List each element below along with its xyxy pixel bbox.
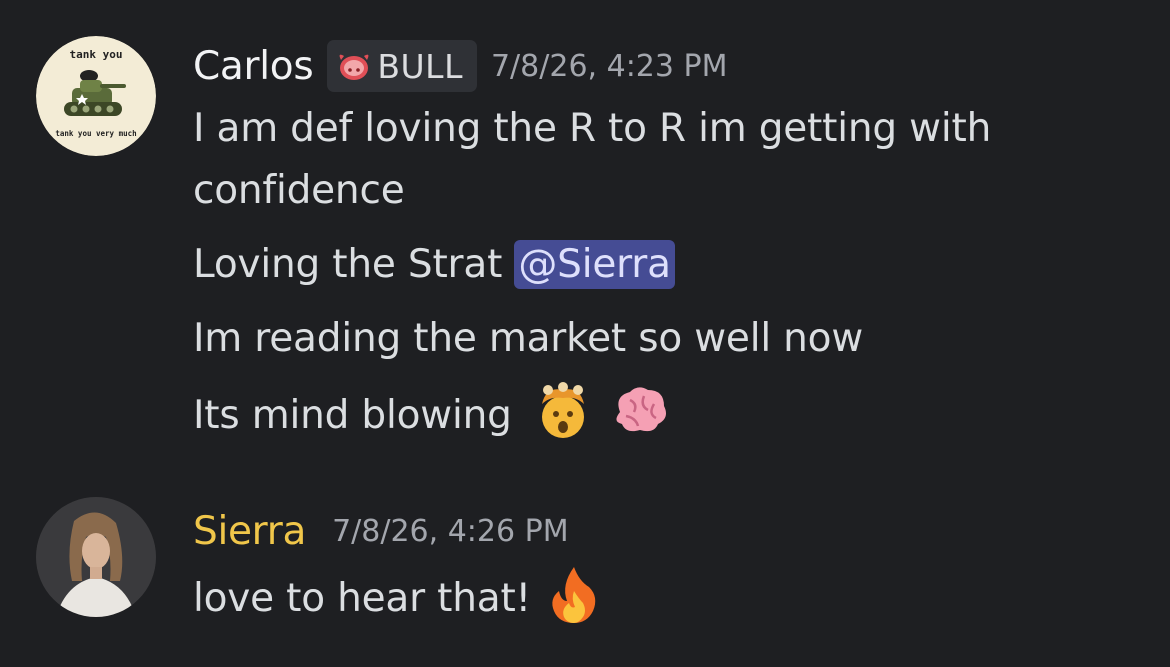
message-line: Im reading the market so well now [193,316,864,361]
message-text: I am def loving the R to R im getting wi… [193,98,1150,222]
message-header: Sierra 7/8/26, 4:26 PM [193,503,1150,559]
tank-avatar-image: tank you tank you very much [36,36,156,156]
message-line: Loving the Strat [193,242,515,287]
message-line: Its mind blowing [193,393,512,438]
fire-emoji[interactable] [549,565,599,642]
username-sierra[interactable]: Sierra [193,509,306,554]
bull-role-icon [339,54,369,80]
avatar-text-bottom: tank you very much [55,129,136,138]
mention-sierra[interactable]: @Sierra [514,240,675,289]
message-line: love to hear that! [193,576,531,621]
timestamp[interactable]: 7/8/26, 4:23 PM [491,49,728,84]
avatar-carlos[interactable]: tank you tank you very much [36,36,156,156]
exploding-head-emoji[interactable] [534,382,592,459]
message-line: I am def loving the R to R im getting wi… [193,106,992,151]
role-tag[interactable]: BULL [327,40,477,92]
avatar-sierra[interactable] [36,497,156,617]
timestamp[interactable]: 7/8/26, 4:26 PM [332,514,569,549]
message-header: Carlos BULL 7/8/26, 4:23 PM [193,38,1150,94]
brain-emoji[interactable] [610,382,670,459]
message-text: Loving the Strat @Sierra [193,234,1150,296]
chat-window: tank you tank you very much Carlos BULL … [0,0,1170,667]
username-carlos[interactable]: Carlos [193,44,314,89]
message-line: confidence [193,168,405,213]
message-text: Im reading the market so well now [193,308,1150,370]
avatar-text-top: tank you [70,48,123,61]
role-tag-label: BULL [377,46,463,86]
message-text: love to hear that! [193,565,1150,642]
message-text: Its mind blowing [193,382,1150,459]
sierra-avatar-image [36,497,156,617]
